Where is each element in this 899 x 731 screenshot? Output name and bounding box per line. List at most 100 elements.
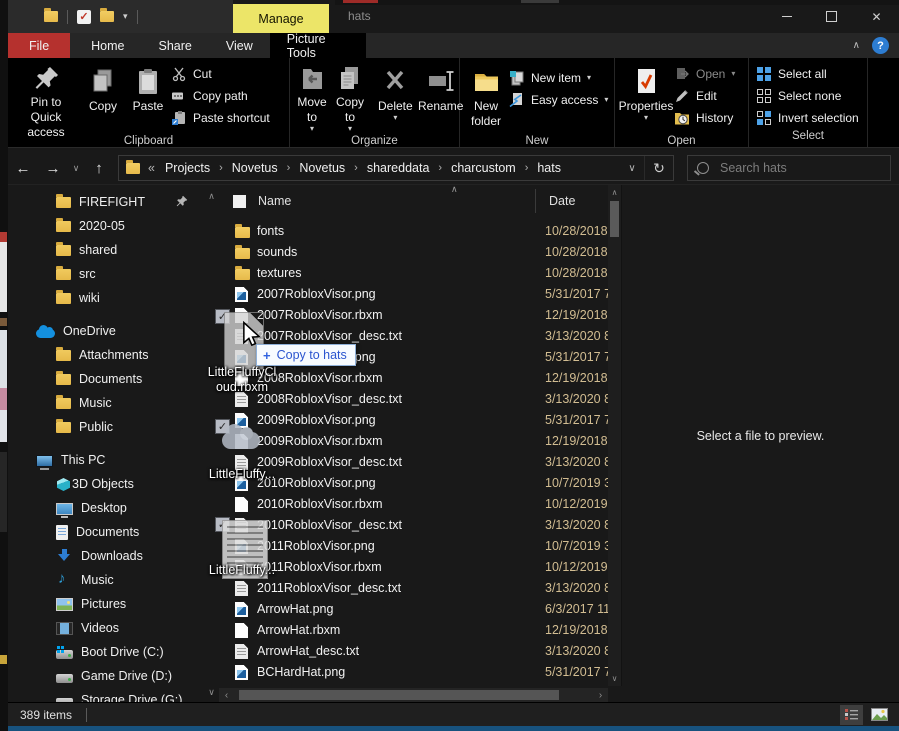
file-row[interactable]: sounds 10/28/2018 xyxy=(219,242,608,263)
delete-button[interactable]: Delete ▾ xyxy=(375,61,416,135)
scroll-up-icon[interactable]: ∧ xyxy=(608,188,621,197)
chevron-down-icon[interactable]: ▾ xyxy=(123,11,128,22)
file-row[interactable]: 2008RobloxVisor_desc.txt 3/13/2020 8 xyxy=(219,389,608,410)
horizontal-scroll-track[interactable] xyxy=(234,690,593,700)
easy-access-button[interactable]: Easy access ▾ xyxy=(509,89,608,111)
tab-picture-tools[interactable]: Picture Tools xyxy=(270,33,366,58)
scroll-right-icon[interactable]: › xyxy=(593,690,608,701)
column-header-date[interactable]: Date xyxy=(549,194,575,208)
horizontal-scroll-thumb[interactable] xyxy=(239,690,559,700)
invert-selection-button[interactable]: Invert selection xyxy=(756,107,859,129)
scroll-down-icon[interactable]: ∨ xyxy=(204,687,219,698)
collapse-ribbon-icon[interactable]: ∧ xyxy=(853,40,860,51)
sidebar-item[interactable]: wiki xyxy=(8,286,204,310)
edit-button[interactable]: Edit xyxy=(674,85,735,107)
vertical-scrollbar[interactable]: ∧ ∨ xyxy=(608,185,621,686)
address-dropdown-icon[interactable]: ∨ xyxy=(620,163,644,174)
sidebar-item[interactable]: shared xyxy=(8,238,204,262)
breadcrumb-segment[interactable]: hats xyxy=(531,161,567,175)
file-row[interactable]: textures 10/28/2018 xyxy=(219,263,608,284)
file-row[interactable]: 2008RobloxVisor.rbxm 12/19/2018 xyxy=(219,368,608,389)
tab-file[interactable]: File xyxy=(8,33,70,58)
sidebar-item[interactable]: Music xyxy=(8,568,204,592)
sidebar-item[interactable]: OneDrive xyxy=(8,319,204,343)
sidebar-item[interactable]: FIREFIGHT xyxy=(8,190,204,214)
scroll-left-icon[interactable]: ‹ xyxy=(219,690,234,701)
column-divider[interactable] xyxy=(535,189,536,213)
select-all-button[interactable]: Select all xyxy=(756,63,859,85)
sidebar-item[interactable]: Game Drive (D:) xyxy=(8,664,204,688)
sidebar-item[interactable]: Pictures xyxy=(8,592,204,616)
sidebar-item[interactable]: This PC xyxy=(8,448,204,472)
thumbnail-view-button[interactable] xyxy=(868,705,891,725)
sidebar-item[interactable]: Documents xyxy=(8,520,204,544)
file-row[interactable]: 2009RobloxVisor_desc.txt 3/13/2020 8 xyxy=(219,452,608,473)
checkmark-icon[interactable]: ✓ xyxy=(77,10,91,24)
copy-to-button[interactable]: Copy to ▾ xyxy=(331,61,369,135)
file-row[interactable]: ArrowHat.rbxm 12/19/2018 xyxy=(219,620,608,641)
history-button[interactable]: History xyxy=(674,107,735,129)
file-row[interactable]: 2007RobloxVisor.rbxm 12/19/2018 xyxy=(219,305,608,326)
sidebar-item[interactable]: Attachments xyxy=(8,343,204,367)
refresh-icon[interactable]: ↻ xyxy=(644,156,673,180)
sidebar-item[interactable]: Storage Drive (G:) xyxy=(8,688,204,702)
breadcrumb-segment[interactable]: Novetus xyxy=(226,161,284,175)
sidebar-item[interactable]: Downloads xyxy=(8,544,204,568)
sidebar-item[interactable]: Boot Drive (C:) xyxy=(8,640,204,664)
sidebar-item[interactable]: Music xyxy=(8,391,204,415)
manage-contextual-tab[interactable]: Manage xyxy=(233,4,329,33)
cut-button[interactable]: Cut xyxy=(171,63,270,85)
pin-to-quick-access-button[interactable]: Pin to Quick access xyxy=(11,61,81,135)
breadcrumb-segment[interactable]: shareddata xyxy=(361,161,436,175)
folder-icon[interactable] xyxy=(44,11,58,22)
file-row[interactable]: ArrowHat_desc.txt 3/13/2020 8 xyxy=(219,641,608,662)
file-row[interactable]: 2007RobloxVisor_desc.txt 3/13/2020 8 xyxy=(219,326,608,347)
breadcrumb-segment[interactable]: charcustom xyxy=(445,161,522,175)
tab-home[interactable]: Home xyxy=(74,33,141,58)
copy-path-button[interactable]: Copy path xyxy=(171,85,270,107)
file-row[interactable]: 2010RobloxVisor.rbxm 10/12/2019 xyxy=(219,494,608,515)
sidebar-item[interactable]: src xyxy=(8,262,204,286)
file-row[interactable]: 2008RobloxVisor.png 5/31/2017 7 xyxy=(219,347,608,368)
file-row[interactable]: 2011RobloxVisor_desc.txt 3/13/2020 8 xyxy=(219,578,608,599)
tab-view[interactable]: View xyxy=(209,33,270,58)
recent-locations-icon[interactable]: ∨ xyxy=(68,163,84,174)
address-bar[interactable]: « Projects › Novetus › Novetus › sharedd… xyxy=(118,155,674,181)
sidebar-item[interactable]: Videos xyxy=(8,616,204,640)
file-row[interactable]: ArrowHat.png 6/3/2017 11 xyxy=(219,599,608,620)
folder-icon[interactable] xyxy=(100,11,114,22)
horizontal-scrollbar[interactable]: ‹ › xyxy=(219,688,608,702)
back-button[interactable]: ← xyxy=(8,160,38,177)
file-row[interactable]: BCHardHat.png 5/31/2017 7 xyxy=(219,662,608,683)
file-row[interactable]: 2010RobloxVisor.png 10/7/2019 3 xyxy=(219,473,608,494)
file-row[interactable]: fonts 10/28/2018 xyxy=(219,221,608,242)
file-row[interactable]: 2009RobloxVisor.png 5/31/2017 7 xyxy=(219,410,608,431)
sidebar-item[interactable]: Documents xyxy=(8,367,204,391)
help-icon[interactable]: ? xyxy=(872,37,889,54)
new-item-button[interactable]: New item ▾ xyxy=(509,67,608,89)
up-button[interactable]: ↑ xyxy=(84,160,114,177)
scroll-down-icon[interactable]: ∨ xyxy=(608,674,621,683)
paste-button[interactable]: Paste xyxy=(125,61,171,135)
scroll-up-icon[interactable]: ∧ xyxy=(204,191,219,202)
paste-shortcut-button[interactable]: Paste shortcut xyxy=(171,107,270,129)
file-row[interactable]: 2011RobloxVisor.rbxm 10/12/2019 xyxy=(219,557,608,578)
sidebar-item[interactable]: 3D Objects xyxy=(8,472,204,496)
vertical-scroll-thumb[interactable] xyxy=(610,201,619,237)
file-row[interactable]: 2010RobloxVisor_desc.txt 3/13/2020 8 xyxy=(219,515,608,536)
file-row[interactable]: 2009RobloxVisor.rbxm 12/19/2018 xyxy=(219,431,608,452)
new-folder-button[interactable]: New folder xyxy=(463,61,509,135)
select-none-button[interactable]: Select none xyxy=(756,85,859,107)
details-view-button[interactable] xyxy=(840,705,863,725)
breadcrumb-overflow-icon[interactable]: « xyxy=(148,161,155,175)
move-to-button[interactable]: Move to ▾ xyxy=(293,61,331,135)
forward-button[interactable]: → xyxy=(38,160,68,177)
sidebar-item[interactable]: Public xyxy=(8,415,204,439)
rename-button[interactable]: Rename xyxy=(416,61,466,135)
sidebar-item[interactable]: Desktop xyxy=(8,496,204,520)
open-button[interactable]: Open ▾ xyxy=(674,63,735,85)
breadcrumb-segment[interactable]: Projects xyxy=(159,161,216,175)
file-row[interactable]: 2007RobloxVisor.png 5/31/2017 7 xyxy=(219,284,608,305)
breadcrumb-segment[interactable]: Novetus xyxy=(293,161,351,175)
file-row[interactable]: 2011RobloxVisor.png 10/7/2019 3 xyxy=(219,536,608,557)
